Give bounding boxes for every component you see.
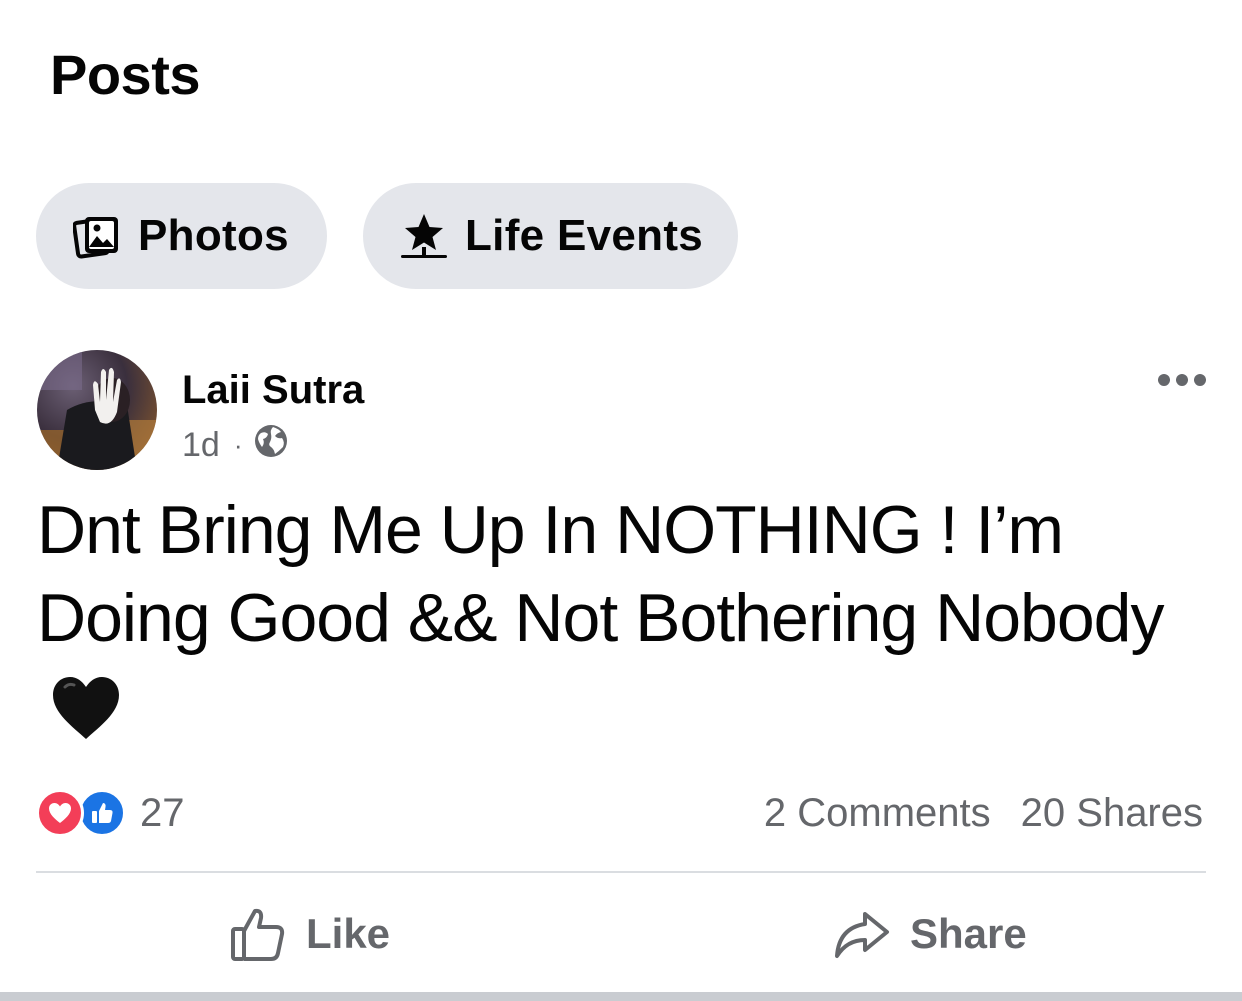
post-message: Dnt Bring Me Up In NOTHING ! I’m Doing G…	[37, 492, 1164, 656]
thumbs-up-icon	[228, 904, 288, 964]
share-label: Share	[910, 910, 1027, 957]
more-dot	[1176, 374, 1188, 386]
meta-separator: ·	[233, 429, 243, 460]
photos-icon	[72, 211, 122, 261]
like-label: Like	[306, 910, 391, 957]
life-event-flag-icon	[399, 211, 449, 261]
photos-filter-label: Photos	[138, 211, 289, 260]
life-events-filter-label: Life Events	[465, 211, 704, 260]
life-events-filter-button[interactable]: Life Events	[363, 183, 738, 289]
reactions-summary[interactable]: 27	[36, 788, 185, 838]
author-name[interactable]: Laii Sutra	[182, 366, 364, 414]
post-text: Dnt Bring Me Up In NOTHING ! I’m Doing G…	[37, 486, 1187, 762]
share-arrow-icon	[832, 904, 892, 964]
black-heart-emoji	[51, 674, 121, 762]
like-button[interactable]: Like	[228, 898, 390, 970]
reaction-count: 27	[140, 790, 185, 835]
love-reaction-icon	[36, 789, 84, 837]
share-button[interactable]: Share	[832, 898, 1027, 970]
comments-count[interactable]: 2 Comments	[764, 791, 991, 836]
engagement-counts: 2 Comments 20 Shares	[764, 788, 1203, 838]
post-meta: 1d ·	[182, 424, 289, 466]
more-dot	[1158, 374, 1170, 386]
shares-count[interactable]: 20 Shares	[1021, 791, 1203, 836]
divider	[36, 871, 1206, 873]
photos-filter-button[interactable]: Photos	[36, 183, 327, 289]
section-separator-bar	[0, 992, 1242, 1001]
author-avatar[interactable]	[37, 350, 157, 470]
post-timestamp[interactable]: 1d	[182, 426, 220, 465]
section-title: Posts	[50, 43, 201, 106]
more-dot	[1194, 374, 1206, 386]
more-options-icon[interactable]	[1150, 362, 1214, 398]
like-reaction-icon	[78, 789, 126, 837]
globe-icon[interactable]	[253, 423, 289, 468]
